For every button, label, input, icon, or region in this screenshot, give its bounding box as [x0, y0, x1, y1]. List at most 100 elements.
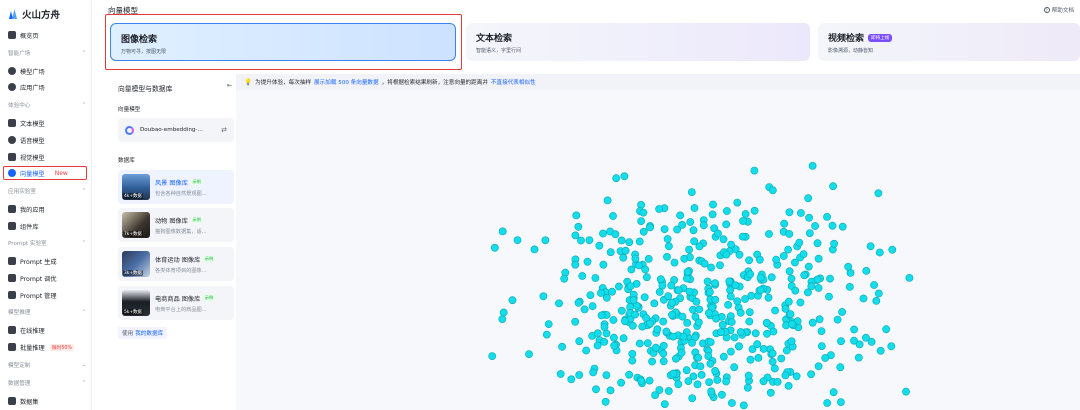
- vector-point[interactable]: [530, 245, 539, 254]
- vector-point[interactable]: [593, 341, 602, 350]
- vector-point[interactable]: [876, 346, 885, 355]
- vector-point[interactable]: [542, 330, 551, 339]
- vector-point[interactable]: [731, 281, 740, 290]
- sidebar-section-app-lab[interactable]: 应用实验室 ⌃: [8, 186, 86, 196]
- vector-point[interactable]: [724, 300, 732, 309]
- vector-point[interactable]: [792, 372, 801, 381]
- vector-point[interactable]: [513, 236, 522, 244]
- sidebar-item-overview[interactable]: 概览页: [6, 28, 88, 42]
- vector-point[interactable]: [619, 334, 628, 343]
- vector-point[interactable]: [705, 288, 714, 296]
- vector-point[interactable]: [777, 354, 786, 363]
- vector-point[interactable]: [689, 226, 698, 235]
- vector-point[interactable]: [626, 282, 635, 290]
- vector-point[interactable]: [588, 302, 597, 310]
- vector-point[interactable]: [730, 363, 739, 372]
- vector-point[interactable]: [673, 225, 681, 234]
- vector-point[interactable]: [784, 381, 793, 390]
- vector-scatter-plot[interactable]: [236, 90, 1080, 410]
- vector-point[interactable]: [717, 390, 726, 399]
- vector-point[interactable]: [745, 317, 754, 326]
- vector-point[interactable]: [674, 380, 683, 389]
- vector-point[interactable]: [866, 242, 875, 251]
- vector-point[interactable]: [730, 333, 739, 342]
- vector-point[interactable]: [651, 391, 659, 399]
- vector-point[interactable]: [644, 254, 653, 263]
- vector-point[interactable]: [660, 225, 669, 233]
- sidebar-item-prompt-manage[interactable]: Prompt 管理: [6, 288, 88, 302]
- vector-point[interactable]: [664, 292, 673, 301]
- vector-point[interactable]: [686, 218, 695, 226]
- vector-point[interactable]: [744, 371, 753, 380]
- vector-point[interactable]: [770, 364, 779, 373]
- vector-point[interactable]: [525, 350, 533, 358]
- vector-point[interactable]: [862, 266, 871, 275]
- vector-point[interactable]: [854, 353, 863, 362]
- vector-point[interactable]: [629, 296, 638, 305]
- sidebar-item-app-plaza[interactable]: 应用广场: [6, 80, 88, 94]
- db-item-sports[interactable]: 3k+数据 体育运动 图像库 示例 各类体育项目的图像...: [118, 247, 234, 281]
- vector-point[interactable]: [828, 221, 837, 230]
- vector-point[interactable]: [784, 297, 793, 306]
- vector-point[interactable]: [609, 316, 618, 324]
- vector-point[interactable]: [641, 265, 650, 274]
- vector-point[interactable]: [609, 333, 618, 342]
- vector-point[interactable]: [612, 174, 621, 183]
- sidebar-section-customize[interactable]: 模型定制 ⌄: [8, 360, 86, 370]
- vector-point[interactable]: [664, 242, 673, 251]
- vector-point[interactable]: [870, 281, 878, 289]
- vector-point[interactable]: [814, 254, 823, 263]
- vector-point[interactable]: [814, 362, 823, 371]
- vector-point[interactable]: [739, 217, 747, 225]
- vector-point[interactable]: [602, 329, 611, 338]
- vector-point[interactable]: [804, 288, 812, 297]
- vector-point[interactable]: [817, 342, 826, 350]
- vector-point[interactable]: [572, 211, 581, 220]
- vector-point[interactable]: [671, 354, 680, 363]
- vector-point[interactable]: [838, 222, 847, 231]
- vector-point[interactable]: [741, 210, 750, 218]
- vector-point[interactable]: [703, 277, 712, 286]
- vector-point[interactable]: [787, 274, 796, 283]
- vector-point[interactable]: [733, 198, 742, 207]
- vector-point[interactable]: [739, 401, 748, 410]
- vector-point[interactable]: [713, 376, 722, 384]
- sidebar-section-data[interactable]: 数据管理 ⌃: [8, 378, 86, 388]
- vector-point[interactable]: [719, 235, 728, 244]
- vector-point[interactable]: [733, 297, 742, 306]
- vector-point[interactable]: [902, 387, 910, 396]
- vector-point[interactable]: [811, 222, 819, 230]
- vector-point[interactable]: [788, 320, 796, 328]
- vector-point[interactable]: [583, 257, 592, 266]
- vector-point[interactable]: [610, 341, 618, 350]
- vector-point[interactable]: [697, 370, 706, 379]
- vector-point[interactable]: [735, 342, 743, 351]
- vector-point[interactable]: [768, 357, 777, 366]
- vector-point[interactable]: [589, 368, 598, 377]
- vector-point[interactable]: [772, 255, 780, 264]
- vector-point[interactable]: [797, 209, 805, 217]
- vector-point[interactable]: [753, 340, 762, 349]
- vector-point[interactable]: [669, 369, 678, 378]
- vector-point[interactable]: [736, 328, 745, 336]
- vector-point[interactable]: [722, 250, 731, 259]
- vector-point[interactable]: [805, 229, 814, 237]
- vector-point[interactable]: [745, 308, 754, 316]
- vector-point[interactable]: [620, 172, 629, 181]
- vector-point[interactable]: [735, 250, 744, 259]
- vector-point[interactable]: [813, 275, 822, 284]
- sidebar-item-vision-model[interactable]: 视觉模型: [6, 150, 88, 164]
- sidebar-section-prompt-lab[interactable]: Prompt 实验室 ⌃: [8, 238, 86, 248]
- vector-point[interactable]: [882, 325, 891, 334]
- vector-point[interactable]: [711, 279, 719, 287]
- vector-point[interactable]: [662, 327, 671, 336]
- sidebar-item-text-model[interactable]: 文本模型: [6, 116, 88, 130]
- vector-point[interactable]: [601, 397, 610, 406]
- vector-point[interactable]: [805, 213, 813, 222]
- vector-point[interactable]: [837, 398, 845, 406]
- vector-point[interactable]: [823, 399, 832, 407]
- vector-point[interactable]: [706, 338, 715, 346]
- vector-point[interactable]: [602, 293, 611, 302]
- vector-point[interactable]: [609, 212, 617, 220]
- vector-point[interactable]: [707, 387, 716, 396]
